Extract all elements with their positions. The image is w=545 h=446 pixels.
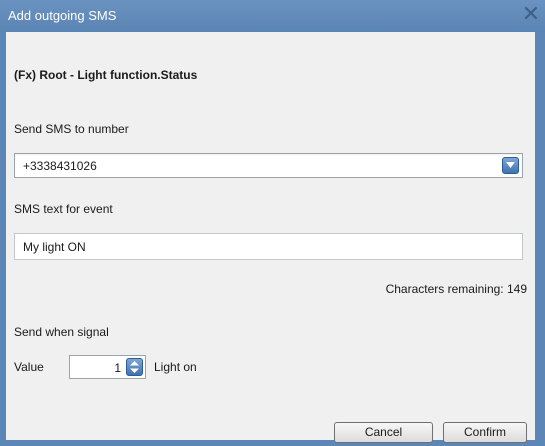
number-combobox[interactable]: +3338431026 [14, 153, 523, 178]
dialog-body: (Fx) Root - Light function.Status Send S… [6, 32, 535, 443]
value-stepper[interactable]: 1 [69, 355, 146, 379]
value-label: Value [14, 360, 44, 374]
chevron-down-icon [506, 162, 515, 168]
signal-unit-label: Light on [154, 360, 197, 374]
spinner-arrows-icon [130, 361, 139, 373]
characters-remaining: Characters remaining: 149 [385, 282, 527, 296]
add-outgoing-sms-dialog: Add outgoing SMS ✕ (Fx) Root - Light fun… [0, 0, 545, 446]
number-value: +3338431026 [23, 159, 97, 173]
titlebar: Add outgoing SMS ✕ [0, 0, 545, 32]
confirm-button[interactable]: Confirm [443, 422, 527, 443]
sms-text-value: My light ON [23, 240, 86, 254]
value-stepper-value: 1 [114, 361, 121, 375]
value-stepper-buttons[interactable] [126, 358, 143, 376]
send-when-signal-label: Send when signal [14, 325, 109, 339]
cancel-button[interactable]: Cancel [334, 422, 433, 443]
sms-text-label: SMS text for event [14, 202, 113, 216]
number-label: Send SMS to number [14, 122, 129, 136]
sms-text-field[interactable]: My light ON [14, 233, 523, 260]
function-heading: (Fx) Root - Light function.Status [14, 68, 198, 82]
number-dropdown-button[interactable] [502, 157, 519, 174]
dialog-title: Add outgoing SMS [8, 8, 117, 23]
close-icon[interactable]: ✕ [519, 3, 543, 27]
